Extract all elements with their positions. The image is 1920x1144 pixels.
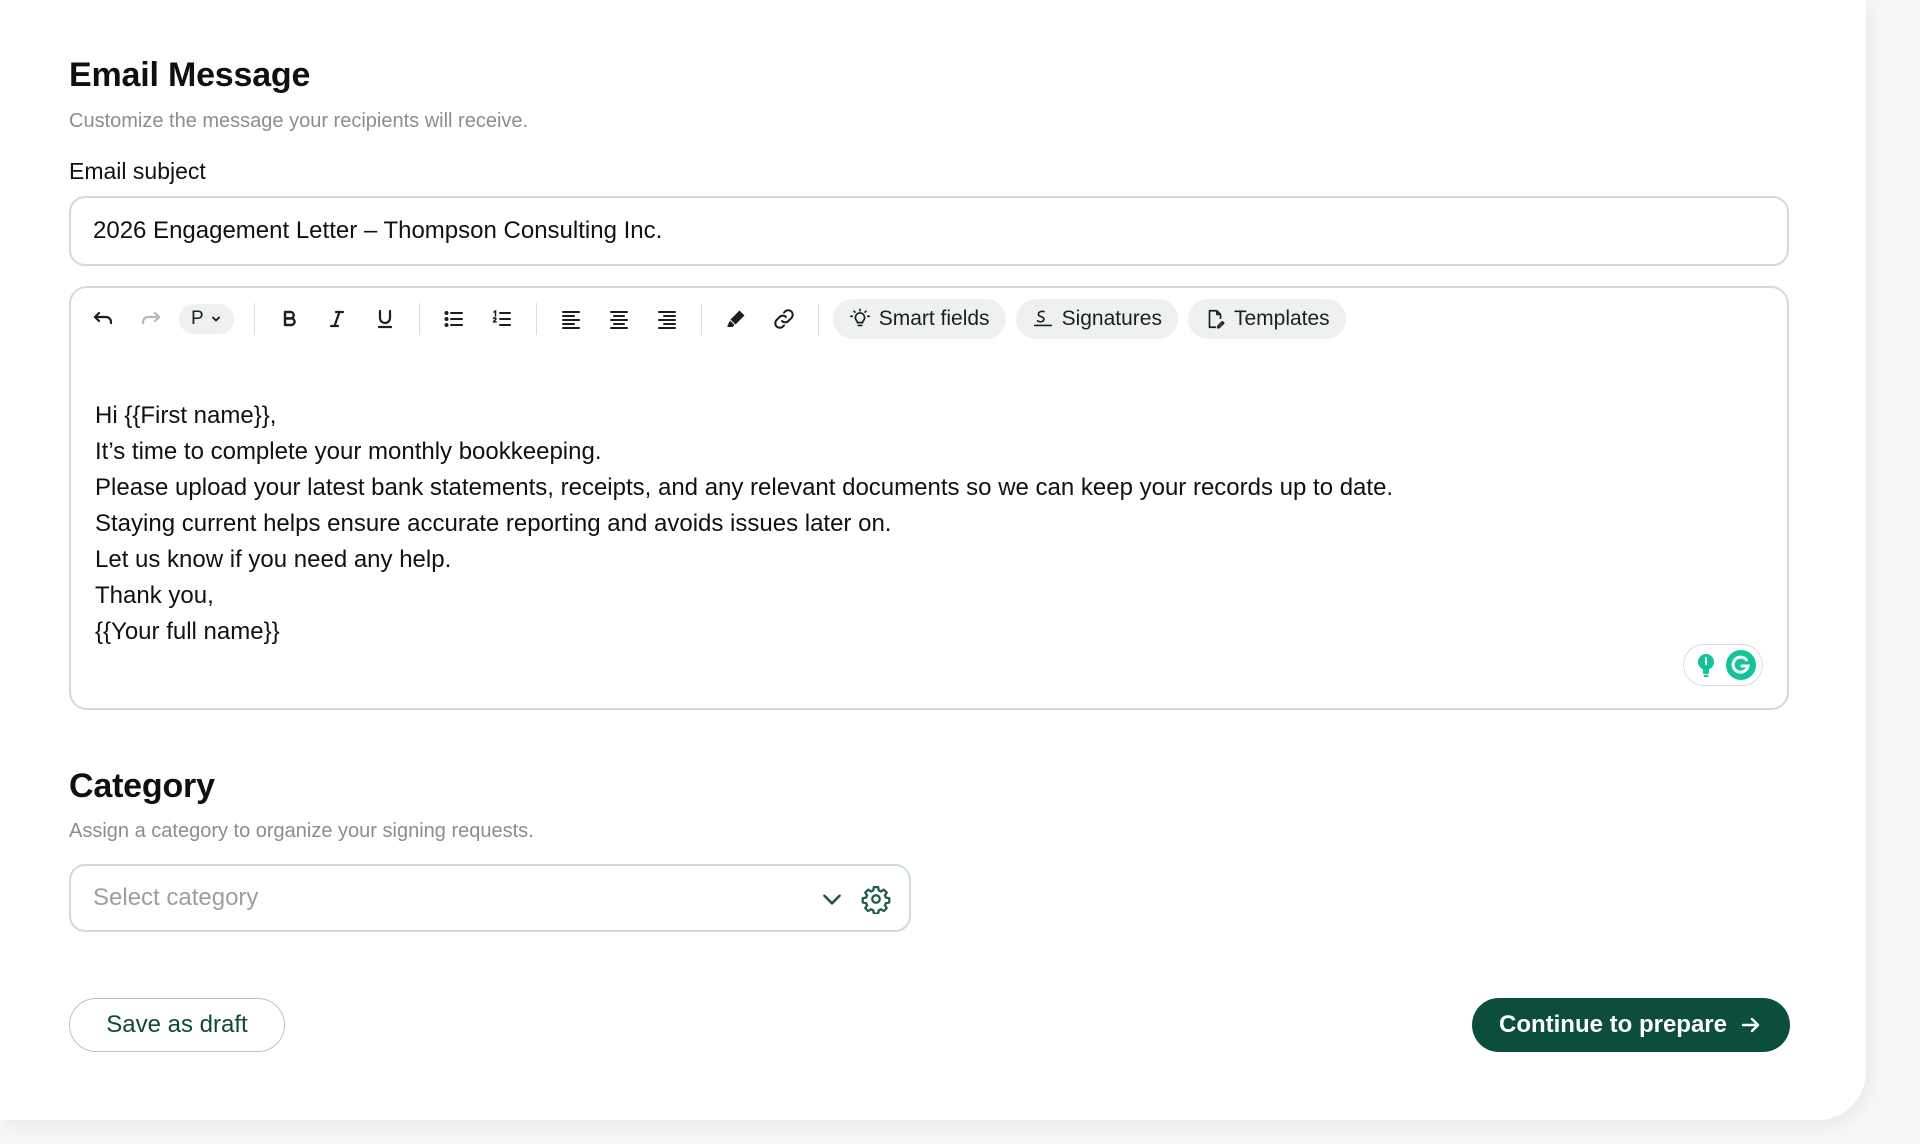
toolbar-divider [700, 303, 702, 335]
underline-icon [377, 309, 392, 329]
highlight-button[interactable] [716, 299, 756, 339]
chevron-down-icon [211, 316, 220, 322]
italic-icon [329, 310, 344, 328]
grammarly-icon [1725, 650, 1756, 680]
toolbar-divider [253, 303, 255, 335]
align-left-icon [561, 311, 580, 329]
highlighter-icon [727, 310, 745, 327]
underline-button[interactable] [365, 299, 405, 339]
smart-fields-label: Smart fields [878, 307, 990, 330]
category-select-placeholder: Select category [93, 884, 259, 911]
continue-to-prepare-button[interactable]: Continue to prepare [1472, 998, 1790, 1052]
arrow-right-icon [1741, 1017, 1760, 1033]
email-subject-input[interactable]: 2026 Engagement Letter – Thompson Consul… [69, 196, 1789, 266]
category-section-title: Category [69, 767, 215, 805]
email-section-subtitle: Customize the message your recipients wi… [69, 110, 529, 132]
message-line: It’s time to complete your monthly bookk… [95, 438, 602, 465]
toolbar-divider [418, 303, 420, 335]
grammarly-widget[interactable] [1683, 644, 1763, 686]
paragraph-format-select[interactable]: P [179, 304, 234, 334]
category-section-subtitle: Assign a category to organize your signi… [69, 820, 534, 842]
lightbulb-icon [849, 308, 870, 327]
numbered-list-icon [492, 309, 511, 326]
message-editor[interactable]: P Smart fields Signatures Templates Hi {… [69, 286, 1789, 710]
chevron-down-icon[interactable] [819, 886, 845, 912]
editor-toolbar: P Smart fields Signatures Templates [83, 298, 1356, 340]
bullet-list-button[interactable] [434, 299, 474, 339]
align-right-button[interactable] [647, 299, 687, 339]
message-line: {{Your full name}} [95, 618, 280, 645]
align-center-button[interactable] [599, 299, 639, 339]
templates-label: Templates [1233, 307, 1330, 330]
align-center-icon [609, 311, 628, 329]
numbered-list-button[interactable] [482, 299, 522, 339]
save-as-draft-button[interactable]: Save as draft [69, 998, 285, 1052]
category-select[interactable]: Select category [69, 864, 911, 932]
lightbulb-icon [1697, 654, 1714, 677]
toolbar-divider [817, 303, 819, 335]
signatures-label: Signatures [1061, 307, 1162, 330]
undo-button[interactable] [83, 299, 123, 339]
italic-button[interactable] [317, 299, 357, 339]
redo-icon [141, 311, 161, 325]
gear-icon[interactable] [861, 884, 891, 914]
message-body[interactable]: Hi {{First name}}, It’s time to complete… [95, 398, 1393, 650]
message-line: Let us know if you need any help. [95, 546, 452, 573]
message-line: Thank you, [95, 582, 214, 609]
link-icon [773, 309, 794, 329]
continue-to-prepare-label: Continue to prepare [1498, 1011, 1727, 1038]
message-line: Please upload your latest bank statement… [95, 474, 1394, 501]
email-subject-label: Email subject [69, 158, 206, 184]
redo-button[interactable] [131, 299, 171, 339]
smart-fields-button[interactable]: Smart fields [832, 299, 1006, 339]
email-card: Email Message Customize the message your… [0, 0, 1866, 1120]
email-section-title: Email Message [69, 56, 311, 94]
bullet-list-icon [444, 311, 463, 327]
save-as-draft-label: Save as draft [106, 1011, 248, 1038]
align-right-icon [657, 311, 676, 329]
signatures-button[interactable]: Signatures [1015, 299, 1178, 339]
paragraph-format-value: P [191, 308, 204, 329]
bold-button[interactable] [269, 299, 309, 339]
templates-button[interactable]: Templates [1187, 299, 1346, 339]
message-line: Hi {{First name}}, [95, 402, 277, 429]
message-line: Staying current helps ensure accurate re… [95, 510, 892, 537]
align-left-button[interactable] [551, 299, 591, 339]
toolbar-divider [535, 303, 537, 335]
bold-icon [283, 310, 296, 327]
template-icon [1208, 309, 1225, 329]
link-button[interactable] [764, 299, 804, 339]
undo-icon [93, 311, 113, 325]
signature-icon [1033, 310, 1052, 327]
